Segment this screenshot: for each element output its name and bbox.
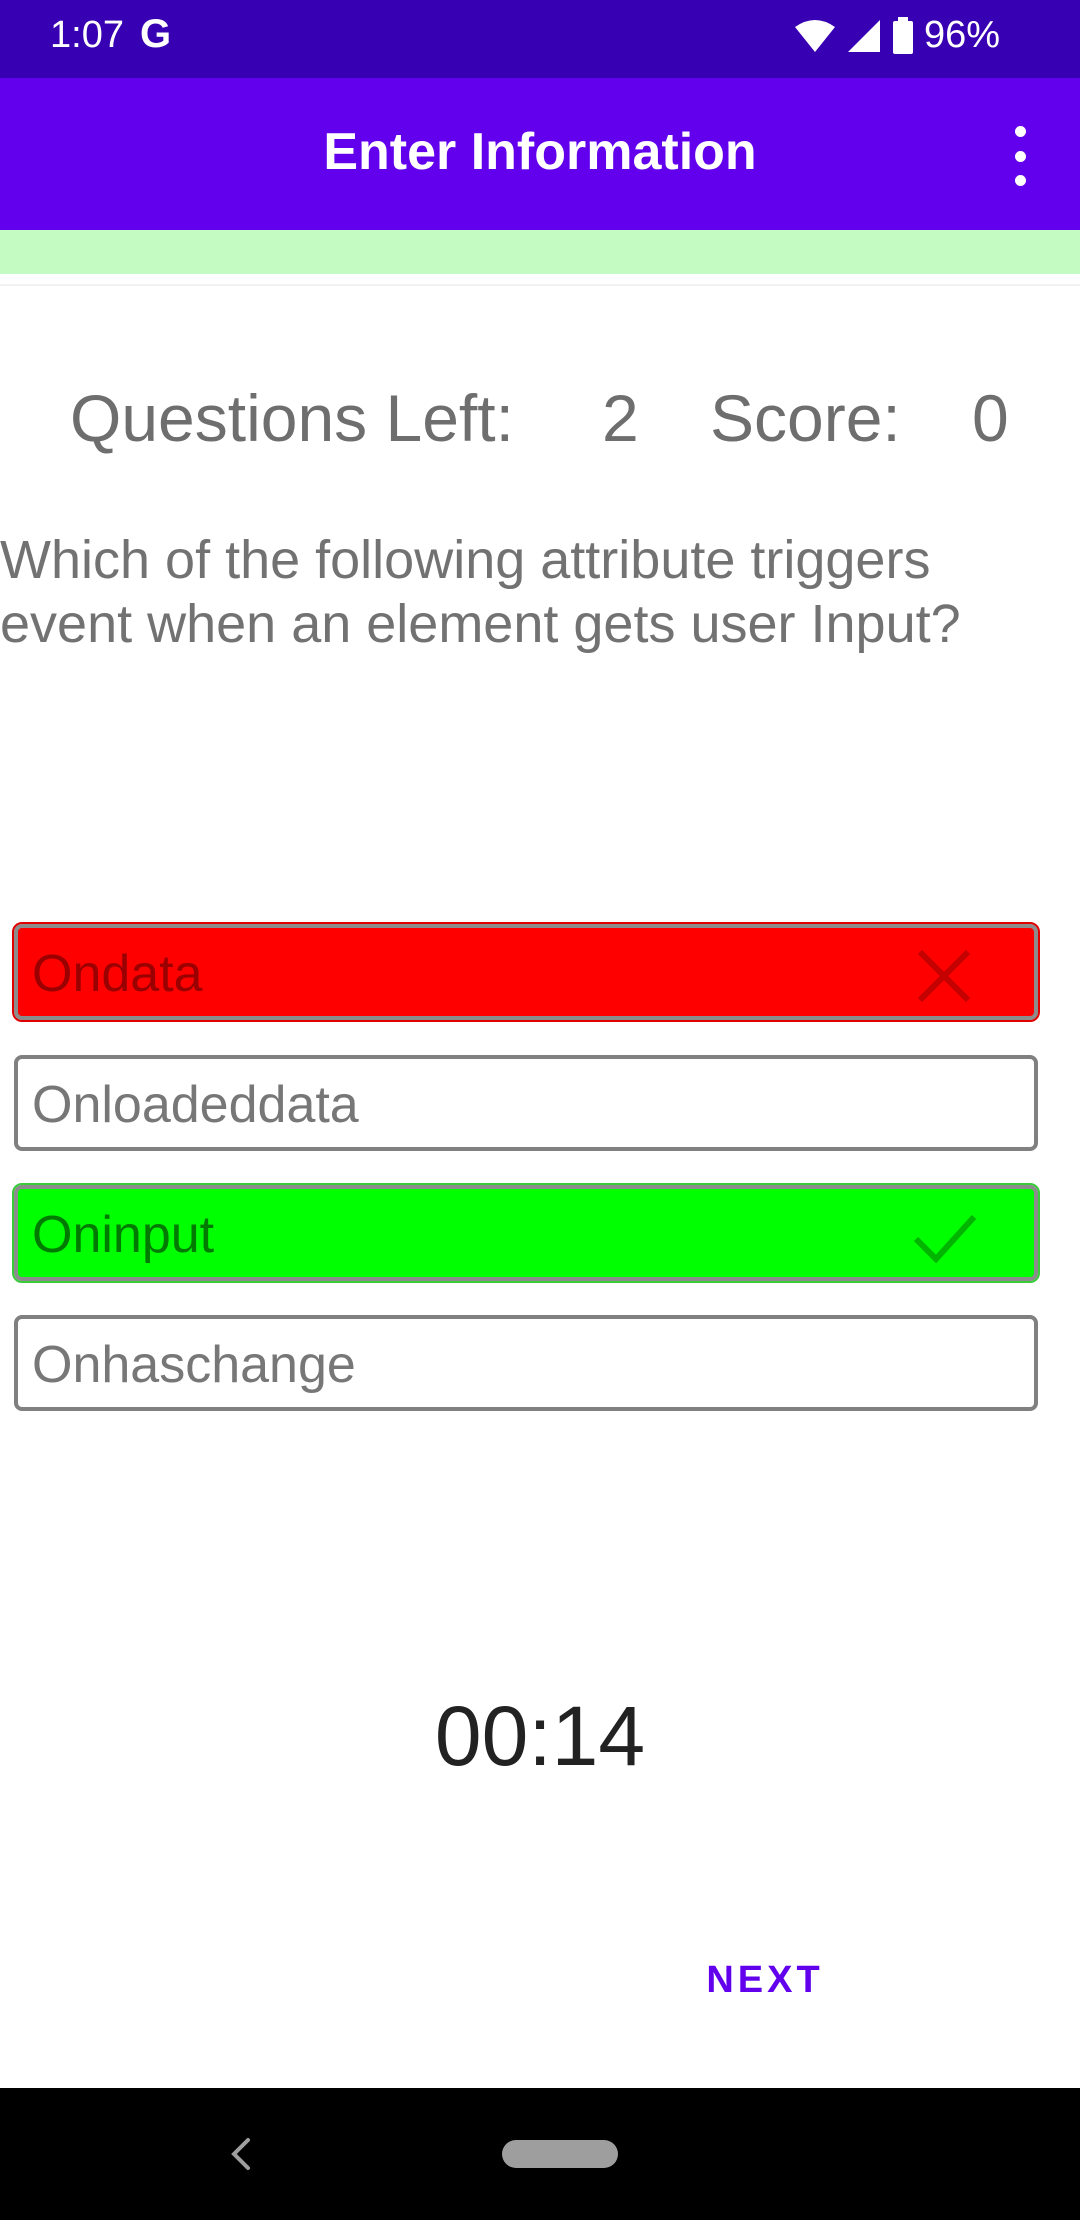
menu-dot	[1014, 150, 1026, 162]
stats-row: Questions Left: 2 Score: 0	[0, 380, 1080, 470]
status-icons: 96%	[794, 14, 1000, 57]
signal-icon	[847, 19, 880, 52]
menu-dot	[1014, 175, 1026, 186]
divider	[0, 284, 1080, 286]
battery-icon	[892, 16, 913, 54]
score-label: Score:	[710, 381, 901, 455]
back-icon[interactable]	[222, 2132, 262, 2176]
option-onhaschange[interactable]: Onhaschange	[14, 1315, 1038, 1411]
home-pill[interactable]	[502, 2140, 618, 2168]
google-icon: G	[140, 12, 172, 56]
quiz-screen: 1:07 G 96% Enter Information Questions L…	[0, 0, 1080, 2220]
app-title: Enter Information	[323, 123, 757, 181]
option-ondata[interactable]: Ondata	[12, 922, 1040, 1022]
next-button[interactable]: NEXT	[700, 1950, 830, 2010]
score-value: 0	[972, 381, 1009, 455]
question-text: Which of the following attribute trigger…	[0, 530, 961, 654]
questions-left-value: 2	[602, 381, 639, 455]
questions-left-label: Questions Left:	[70, 381, 514, 455]
close-icon	[917, 949, 971, 1003]
wifi-icon	[794, 19, 835, 52]
option-label: Ondata	[32, 945, 203, 1003]
option-label: Onhaschange	[32, 1336, 356, 1394]
battery-percent: 96%	[923, 14, 1000, 56]
option-label: Oninput	[32, 1206, 215, 1264]
menu-dot	[1014, 126, 1026, 137]
status-time: 1:07	[50, 14, 124, 56]
timer: 00:14	[434, 1689, 646, 1783]
option-onloadeddata[interactable]: Onloadeddata	[14, 1055, 1038, 1151]
status-bar: 1:07 G 96%	[0, 0, 1080, 78]
progress-strip	[0, 230, 1080, 274]
app-bar: Enter Information	[0, 78, 1080, 230]
navigation-bar	[0, 2088, 1080, 2220]
option-label: Onloadeddata	[32, 1076, 359, 1134]
option-oninput[interactable]: Oninput	[12, 1183, 1040, 1283]
check-icon	[913, 1214, 976, 1264]
more-vert-icon[interactable]	[1000, 126, 1040, 186]
